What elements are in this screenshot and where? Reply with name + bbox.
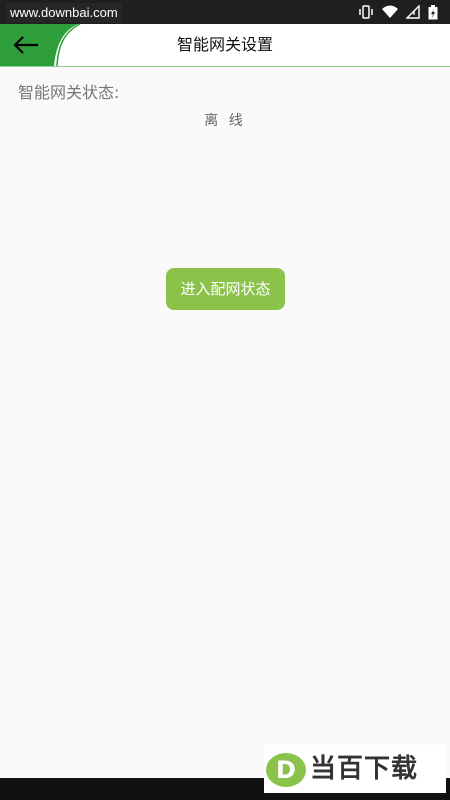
status-icons [358, 4, 438, 20]
battery-icon [428, 4, 438, 20]
header-bar: 智能网关设置 [0, 24, 450, 67]
brand-logo-icon: D [266, 753, 306, 787]
gateway-status-value: 离 线 [204, 113, 246, 129]
status-bar: www.downbai.com [0, 0, 450, 24]
gateway-status-label: 智能网关状态: [18, 83, 120, 102]
brand-watermark: D 当百下载 [264, 745, 446, 793]
enter-config-mode-button[interactable]: 进入配网状态 [166, 268, 285, 310]
brand-text: 当百下载 [310, 754, 419, 784]
watermark-url: www.downbai.com [6, 3, 122, 23]
wifi-icon [382, 5, 398, 19]
page-title: 智能网关设置 [176, 35, 273, 54]
vibrate-icon [358, 5, 374, 19]
brand-logo-letter: D [276, 756, 296, 784]
screen: www.downbai.com 智能网关设置 智能网关状态: 离 线 进入配网状… [0, 0, 450, 800]
signal-icon [406, 5, 420, 19]
